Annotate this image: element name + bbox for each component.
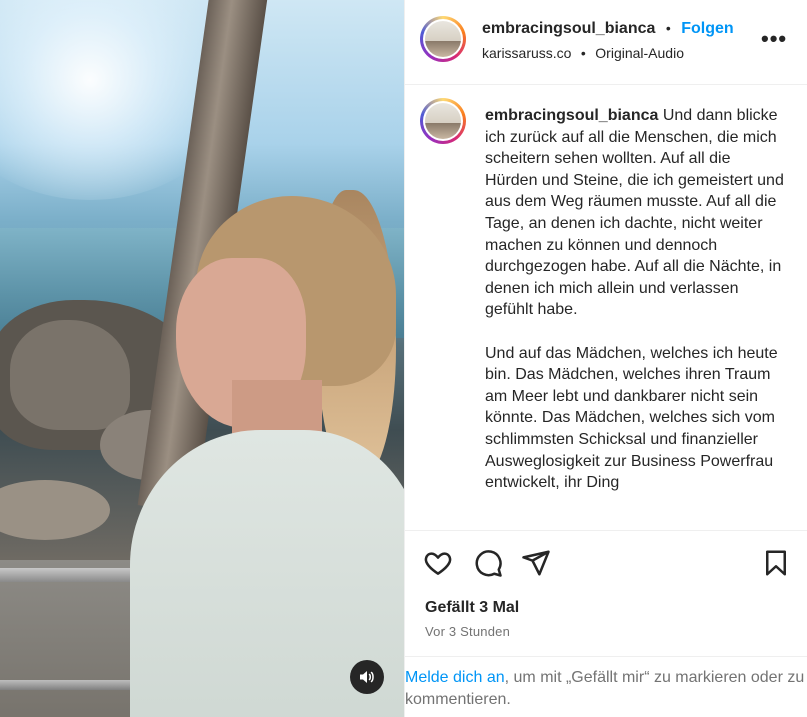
- avatar-image: [425, 21, 461, 57]
- bookmark-icon[interactable]: [761, 548, 791, 578]
- separator: •: [665, 20, 671, 36]
- caption-avatar[interactable]: [420, 98, 466, 144]
- rock: [0, 480, 110, 540]
- railing: [0, 568, 150, 582]
- post-timestamp[interactable]: Vor 3 Stunden: [425, 624, 510, 639]
- comment-icon[interactable]: [473, 548, 503, 578]
- login-link[interactable]: Melde dich an: [405, 669, 505, 686]
- header-title-row: embracingsoul_bianca • Folgen: [482, 20, 734, 38]
- username-link[interactable]: embracingsoul_bianca: [482, 20, 655, 37]
- caption-username[interactable]: embracingsoul_bianca: [485, 107, 658, 124]
- header-subtitle: karissaruss.co • Original-Audio: [482, 45, 684, 63]
- likes-count[interactable]: Gefällt 3 Mal: [425, 599, 519, 617]
- speaker-icon[interactable]: [350, 660, 384, 694]
- more-dots-icon[interactable]: •••: [761, 26, 787, 52]
- audio-link[interactable]: Original-Audio: [595, 45, 684, 61]
- avatar-image: [425, 103, 461, 139]
- login-prompt: Melde dich an, um mit „Gefällt mir“ zu m…: [405, 656, 807, 711]
- caption-section: embracingsoul_bianca Und dann blicke ich…: [405, 85, 807, 530]
- heart-icon[interactable]: [423, 548, 453, 578]
- railing: [0, 680, 140, 690]
- post-header: embracingsoul_bianca • Folgen karissarus…: [405, 0, 807, 85]
- rock: [10, 320, 130, 430]
- separator: •: [580, 45, 586, 61]
- caption-body: Und dann blicke ich zurück auf all die M…: [485, 107, 784, 492]
- follow-button[interactable]: Folgen: [681, 20, 733, 37]
- action-bar: Gefällt 3 Mal Vor 3 Stunden Melde dich a…: [405, 530, 807, 717]
- post-sidebar: embracingsoul_bianca • Folgen karissarus…: [404, 0, 807, 717]
- caption-text: embracingsoul_bianca Und dann blicke ich…: [485, 105, 785, 494]
- share-icon[interactable]: [521, 548, 551, 578]
- post-media[interactable]: [0, 0, 404, 717]
- avatar[interactable]: [420, 16, 466, 62]
- tag-link[interactable]: karissaruss.co: [482, 45, 571, 61]
